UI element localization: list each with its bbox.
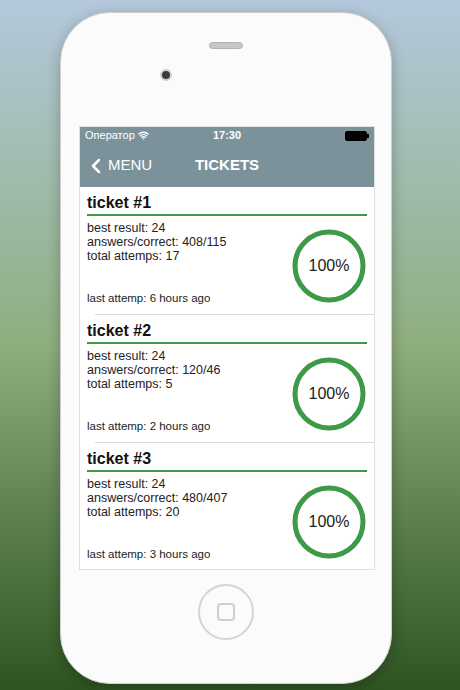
total-attempts: total attemps: 17 [87, 249, 291, 263]
screen: Оператор 17:30MENUTICKETS ticket #1 best re… [79, 126, 375, 570]
page: Оператор 17:30MENUTICKETS ticket #1 best re… [0, 0, 460, 690]
back-chevron-icon [84, 154, 108, 178]
ticket-title: ticket #3 [87, 449, 367, 469]
nav-title: TICKETS [178, 154, 276, 177]
ticket-card[interactable]: ticket #3 best result: 24answers/correct:… [80, 443, 374, 569]
total-attempts: total attemps: 20 [87, 505, 291, 519]
ticket-title: ticket #1 [87, 193, 367, 213]
last-attempt: last attemp: 6 hours ago [87, 291, 291, 305]
answers-correct: answers/correct: 480/407 [87, 491, 291, 505]
progress-ring: 100% [291, 228, 367, 304]
last-attempt: last attemp: 3 hours ago [87, 547, 291, 561]
status-time: 17:30 [180, 127, 275, 144]
wifi-icon [138, 130, 149, 141]
home-square-icon [217, 603, 235, 621]
back-button[interactable]: MENU [80, 154, 178, 178]
progress-percent: 100% [309, 254, 350, 278]
speaker [209, 42, 243, 49]
battery-icon [345, 131, 367, 141]
ticket-card[interactable]: ticket #2 best result: 24answers/correct:… [80, 315, 374, 443]
home-button[interactable] [198, 584, 254, 640]
progress-ring: 100% [291, 356, 367, 432]
status-bar: Оператор 17:30 [80, 127, 374, 144]
camera [160, 69, 172, 81]
progress-percent: 100% [309, 382, 350, 406]
ticket-separator [95, 314, 374, 315]
carrier: Оператор [85, 127, 135, 144]
progress-percent: 100% [309, 510, 350, 534]
ticket-separator [95, 442, 374, 443]
ticket-title: ticket #2 [87, 321, 367, 341]
best-result: best result: 24 [87, 221, 291, 235]
phone-frame: Оператор 17:30MENUTICKETS ticket #1 best re… [60, 12, 392, 684]
total-attempts: total attemps: 5 [87, 377, 291, 391]
ticket-card[interactable]: ticket #1 best result: 24answers/correct:… [80, 187, 374, 315]
best-result: best result: 24 [87, 477, 291, 491]
nav-bar: MENUTICKETS [80, 144, 374, 187]
title-underline [87, 470, 367, 472]
answers-correct: answers/correct: 408/115 [87, 235, 291, 249]
ticket-list: ticket #1best result: 24answers/correct:… [80, 187, 374, 569]
title-underline [87, 342, 367, 344]
answers-correct: answers/correct: 120/46 [87, 363, 291, 377]
progress-ring: 100% [291, 484, 367, 560]
title-underline [87, 214, 367, 216]
best-result: best result: 24 [87, 349, 291, 363]
last-attempt: last attemp: 2 hours ago [87, 419, 291, 433]
